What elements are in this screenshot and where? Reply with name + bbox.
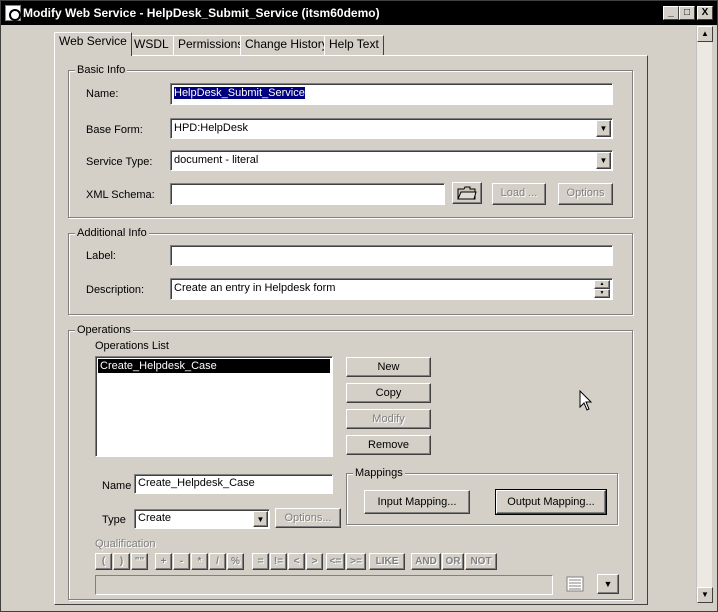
scroll-up-arrow-icon[interactable]: ▲ [697,26,713,42]
modify-operation-button[interactable]: Modify [346,409,431,429]
qual-close-paren-button[interactable]: ) [113,553,130,570]
description-label: Description: [86,284,145,296]
qual-like-button[interactable]: LIKE [369,553,405,570]
operation-type-value: Create [138,512,172,524]
qual-minus-button[interactable]: - [173,553,190,570]
expression-editor-icon [566,576,584,592]
operation-name-input[interactable]: Create_Helpdesk_Case [134,474,333,494]
operations-label: Operations [75,324,133,336]
copy-operation-button[interactable]: Copy [346,383,431,403]
mouse-cursor-icon [579,390,593,411]
description-spinner[interactable]: ▲ ▼ [594,280,610,298]
qual-greater-than-button[interactable]: > [306,553,323,570]
qualification-input[interactable] [95,575,553,595]
title-bar[interactable]: Modify Web Service - HelpDesk_Submit_Ser… [1,1,717,25]
description-input[interactable]: Create an entry in Helpdesk form ▲ ▼ [170,278,613,300]
qual-or-button[interactable]: OR [442,553,464,570]
basic-info-label: Basic Info [75,64,128,76]
chevron-down-icon[interactable]: ▼ [596,152,611,169]
qualification-dropdown-button[interactable]: ▼ [597,574,619,594]
load-button[interactable]: Load ... [492,183,546,205]
qual-open-paren-button[interactable]: ( [95,553,112,570]
service-type-label: Service Type: [86,156,153,168]
qual-and-button[interactable]: AND [411,553,441,570]
operations-list-label: Operations List [95,340,169,352]
service-type-select[interactable]: document - literal ▼ [170,150,613,171]
tab-wsdl[interactable]: WSDL [129,35,174,55]
minimize-button[interactable]: _ [663,6,679,20]
qual-modulo-button[interactable]: % [227,553,244,570]
label-label: Label: [86,250,116,262]
chevron-down-icon[interactable]: ▼ [253,511,268,527]
output-mapping-button[interactable]: Output Mapping... [495,489,607,515]
operation-type-select[interactable]: Create ▼ [134,509,270,529]
vertical-scrollbar[interactable]: ▲ ▼ [696,26,713,603]
browse-folder-button[interactable] [452,182,482,204]
service-name-input[interactable]: HelpDesk_Submit_Service [170,83,613,105]
operation-name-value: Create_Helpdesk_Case [138,477,255,489]
app-icon [5,5,21,21]
qualification-label: Qualification [95,538,156,550]
label-input[interactable] [170,245,613,266]
qual-less-than-button[interactable]: < [288,553,305,570]
tab-web-service[interactable]: Web Service [54,32,132,56]
tab-permissions[interactable]: Permissions [173,35,249,55]
folder-icon [457,186,477,200]
description-value: Create an entry in Helpdesk form [174,282,336,294]
name-label: Name: [86,88,119,100]
xml-schema-label: XML Schema: [86,189,155,201]
type-options-button[interactable]: Options... [275,508,341,528]
qual-not-equals-button[interactable]: != [270,553,287,570]
scroll-down-arrow-icon[interactable]: ▼ [697,587,713,603]
maximize-button[interactable]: □ [679,6,695,20]
service-name-value: HelpDesk_Submit_Service [174,87,305,99]
additional-info-label: Additional Info [75,227,149,239]
tab-help-text[interactable]: Help Text [324,35,384,55]
operation-type-label: Type [102,514,126,526]
spin-down-icon[interactable]: ▼ [594,289,610,298]
base-form-value: HPD:HelpDesk [174,122,248,134]
service-type-value: document - literal [174,154,259,166]
remove-operation-button[interactable]: Remove [346,435,431,455]
close-button[interactable]: X [697,6,713,20]
new-operation-button[interactable]: New [346,357,431,377]
base-form-select[interactable]: HPD:HelpDesk ▼ [170,118,613,139]
chevron-down-icon: ▼ [603,579,613,589]
expression-editor-button[interactable] [564,574,586,594]
chevron-down-icon[interactable]: ▼ [596,120,611,137]
operation-name-label: Name [102,480,132,492]
list-item[interactable]: Create_Helpdesk_Case [98,359,330,373]
qual-equals-button[interactable]: = [252,553,269,570]
spin-up-icon[interactable]: ▲ [594,280,610,289]
tab-change-history[interactable]: Change History [240,35,333,55]
qual-greater-equal-button[interactable]: >= [346,553,366,570]
qual-not-button[interactable]: NOT [465,553,497,570]
base-form-label: Base Form: [86,124,143,136]
operations-list[interactable]: Create_Helpdesk_Case [95,356,333,457]
qual-divide-button[interactable]: / [209,553,226,570]
window-title: Modify Web Service - HelpDesk_Submit_Ser… [23,6,380,20]
qual-less-equal-button[interactable]: <= [326,553,345,570]
input-mapping-button[interactable]: Input Mapping... [364,490,470,514]
qual-plus-button[interactable]: + [155,553,172,570]
qual-multiply-button[interactable]: * [191,553,208,570]
mappings-label: Mappings [353,467,405,479]
qual-quotes-button[interactable]: "" [131,553,148,570]
schema-options-button[interactable]: Options [558,183,613,205]
xml-schema-input[interactable] [170,183,445,205]
